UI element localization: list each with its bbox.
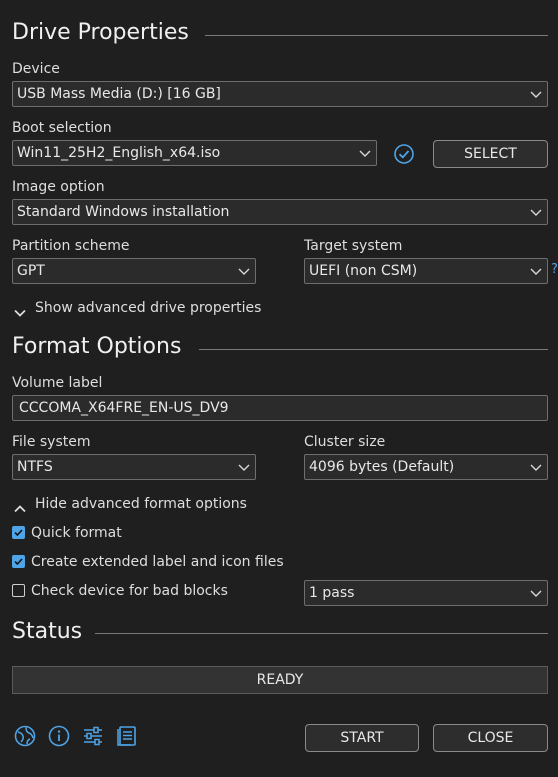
extended-label-label: Create extended label and icon files (31, 554, 284, 570)
device-dropdown[interactable]: USB Mass Media (D:) [16 GB] (12, 81, 548, 107)
file-system-dropdown[interactable]: NTFS (12, 454, 256, 480)
cluster-size-label: Cluster size (304, 434, 386, 450)
chevron-down-icon (238, 462, 250, 472)
volume-label-label: Volume label (12, 375, 103, 391)
select-button[interactable]: SELECT (433, 140, 548, 168)
chevron-down-icon (238, 266, 250, 276)
status-divider (95, 633, 548, 634)
cluster-size-dropdown[interactable]: 4096 bytes (Default) (304, 454, 548, 480)
format-options-heading: Format Options (12, 334, 182, 359)
start-button[interactable]: START (305, 724, 419, 752)
image-option-label: Image option (12, 179, 105, 195)
chevron-down-icon (359, 148, 371, 158)
chevron-down-icon (530, 266, 542, 276)
bad-blocks-checkbox[interactable] (12, 584, 25, 597)
quick-format-checkbox[interactable] (12, 526, 25, 539)
log-icon[interactable] (115, 724, 139, 748)
boot-selection-value: Win11_25H2_English_x64.iso (17, 145, 221, 161)
globe-icon[interactable] (13, 724, 37, 748)
hide-advanced-format-label: Hide advanced format options (35, 496, 247, 512)
bad-blocks-label: Check device for bad blocks (31, 583, 228, 599)
drive-properties-heading: Drive Properties (12, 20, 189, 45)
hide-advanced-format-toggle[interactable]: Hide advanced format options (12, 493, 272, 515)
target-system-help-icon[interactable]: ? (551, 262, 558, 278)
chevron-down-icon (530, 462, 542, 472)
boot-selection-dropdown[interactable]: Win11_25H2_English_x64.iso (12, 140, 377, 166)
extended-label-checkbox[interactable] (12, 555, 25, 568)
partition-scheme-label: Partition scheme (12, 238, 130, 254)
file-system-value: NTFS (17, 459, 53, 475)
status-progress-bar: READY (12, 666, 548, 694)
device-value: USB Mass Media (D:) [16 GB] (17, 86, 221, 102)
show-advanced-drive-label: Show advanced drive properties (35, 300, 262, 316)
show-advanced-drive-toggle[interactable]: Show advanced drive properties (12, 297, 272, 319)
target-system-label: Target system (304, 238, 403, 254)
image-option-dropdown[interactable]: Standard Windows installation (12, 199, 548, 225)
passes-dropdown[interactable]: 1 pass (304, 580, 548, 606)
settings-sliders-icon[interactable] (81, 724, 105, 748)
target-system-dropdown[interactable]: UEFI (non CSM) (304, 258, 548, 284)
status-heading: Status (12, 619, 83, 644)
partition-scheme-dropdown[interactable]: GPT (12, 258, 256, 284)
extended-label-option[interactable]: Create extended label and icon files (12, 553, 284, 571)
target-system-value: UEFI (non CSM) (309, 263, 418, 279)
chevron-down-icon (530, 89, 542, 99)
quick-format-label: Quick format (31, 525, 122, 541)
passes-value: 1 pass (309, 585, 355, 601)
info-icon[interactable] (47, 724, 71, 748)
chevron-up-icon (14, 499, 26, 518)
boot-selection-label: Boot selection (12, 120, 112, 136)
cluster-size-value: 4096 bytes (Default) (309, 459, 455, 475)
bad-blocks-option[interactable]: Check device for bad blocks (12, 582, 272, 600)
file-system-label: File system (12, 434, 91, 450)
image-option-value: Standard Windows installation (17, 204, 230, 220)
chevron-down-icon (530, 207, 542, 217)
drive-properties-divider (205, 35, 548, 36)
checksum-check-icon[interactable] (393, 143, 415, 165)
quick-format-option[interactable]: Quick format (12, 524, 212, 542)
chevron-down-icon (530, 588, 542, 598)
volume-label-input[interactable]: CCCOMA_X64FRE_EN-US_DV9 (12, 395, 548, 421)
format-options-divider (199, 349, 548, 350)
close-button[interactable]: CLOSE (433, 724, 548, 752)
partition-scheme-value: GPT (17, 263, 45, 279)
chevron-down-icon (14, 303, 26, 322)
device-label: Device (12, 61, 60, 77)
